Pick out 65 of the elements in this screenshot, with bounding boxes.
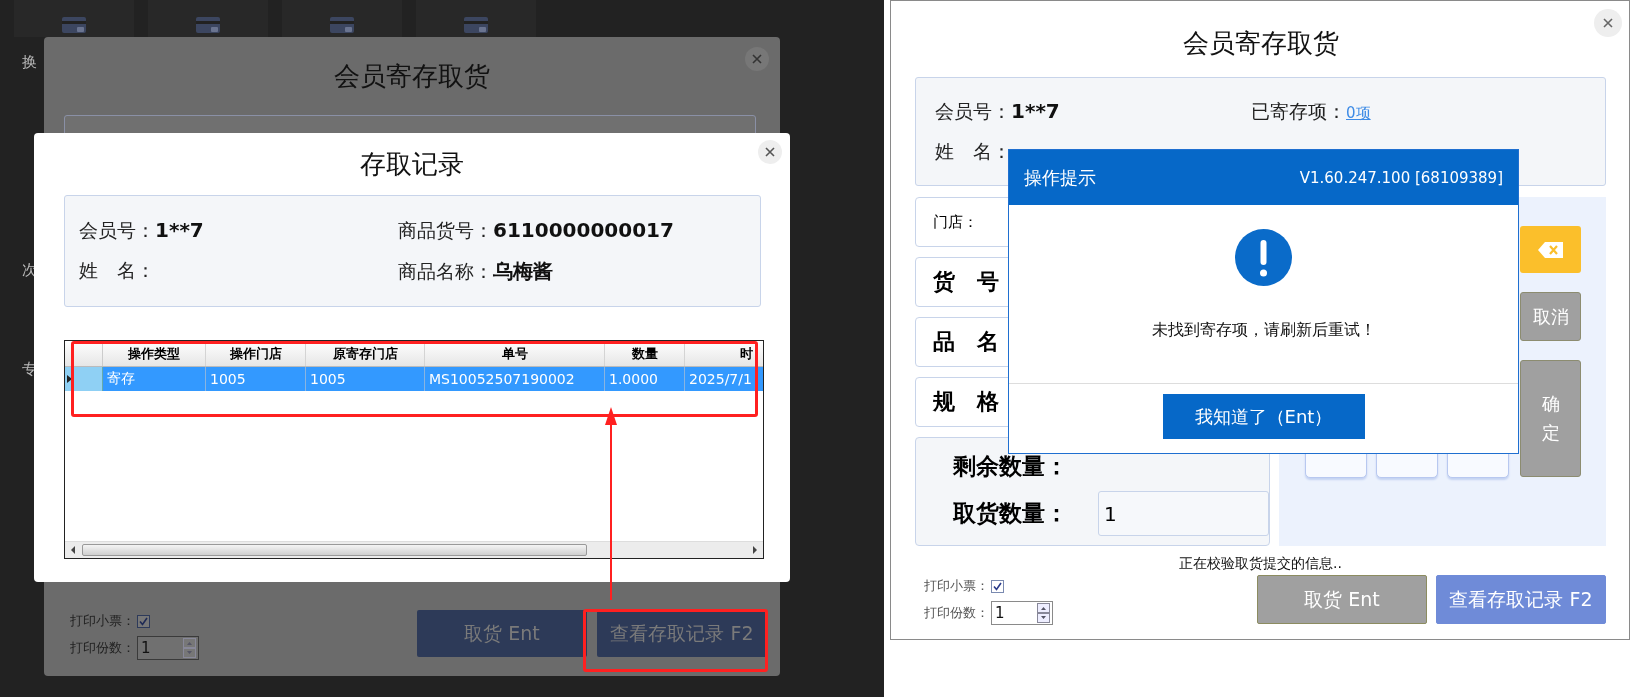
dialog-title: 会员寄存取货	[1182, 26, 1339, 60]
info-label: 已寄存项：	[1251, 98, 1346, 124]
card-icon	[61, 16, 87, 34]
dialog-title: 会员寄存取货	[334, 59, 490, 93]
dialog-title: 存取记录	[360, 147, 464, 181]
spin-arrows-icon	[1037, 603, 1050, 623]
column-header[interactable]: 操作类型	[103, 341, 206, 366]
table-row[interactable]: 寄存 1005 1005 MS10052507190002 1.0000 2025/7/1	[65, 367, 763, 391]
column-header[interactable]: 单号	[425, 341, 605, 366]
scroll-right-icon[interactable]	[751, 546, 759, 554]
close-icon	[765, 147, 775, 157]
table-cell: 1.0000	[605, 367, 685, 391]
take-quantity-label: 取货数量：	[953, 499, 1069, 528]
info-value: 1**7	[155, 217, 204, 242]
info-label: 商品货号：	[398, 217, 493, 243]
action-button[interactable]: 查看存取记录 F2	[1436, 575, 1606, 624]
exclamation-icon	[1235, 229, 1292, 286]
copies-spinbox[interactable]: 1	[137, 636, 199, 660]
info-label: 会员号：	[79, 217, 155, 243]
alert-message: 未找到寄存项，请刷新后重试！	[1151, 320, 1376, 341]
scroll-left-icon[interactable]	[69, 546, 77, 554]
quantity-input[interactable]: 1	[1098, 491, 1269, 536]
menu-label: 换	[22, 53, 38, 71]
info-label: 姓 名：	[79, 257, 155, 283]
table-cell: MS10052507190002	[425, 367, 605, 391]
info-label: 姓 名：	[935, 138, 1011, 164]
copies-spinbox[interactable]: 1	[991, 601, 1053, 625]
checkbox[interactable]	[137, 614, 150, 628]
print-receipt-label: 打印小票：	[924, 577, 989, 595]
print-receipt-label: 打印小票：	[70, 612, 135, 630]
info-value: 乌梅酱	[493, 257, 553, 285]
version-text: V1.60.247.100 [68109389]	[1299, 168, 1503, 187]
remaining-label: 剩余数量：	[953, 452, 1069, 481]
close-button[interactable]	[758, 140, 782, 164]
card-icon	[195, 16, 221, 34]
card-icon	[463, 16, 489, 34]
table-cell: 2025/7/1	[685, 367, 763, 391]
card-icon	[329, 16, 355, 34]
column-header[interactable]: 原寄存门店	[306, 341, 425, 366]
backspace-button[interactable]	[1520, 226, 1581, 273]
info-value: 6110000000017	[493, 217, 674, 242]
acknowledge-button[interactable]: 我知道了（Ent）	[1162, 394, 1365, 439]
close-button[interactable]	[1594, 9, 1622, 37]
info-value: 1**7	[1011, 98, 1060, 123]
close-icon	[752, 54, 762, 64]
menu-label: 专	[22, 360, 38, 378]
status-text: 正在校验取货提交的信息..	[1178, 555, 1343, 571]
info-label: 商品名称：	[398, 258, 493, 284]
row-pointer-icon	[67, 375, 72, 383]
table-cell: 1005	[306, 367, 425, 391]
checkbox[interactable]	[991, 579, 1004, 593]
copies-label: 打印份数：	[70, 639, 135, 657]
backspace-icon	[1536, 240, 1565, 259]
table-cell: 寄存	[103, 367, 206, 391]
stored-items-link[interactable]: 0项	[1346, 103, 1371, 123]
table-cell: 1005	[206, 367, 306, 391]
horizontal-scrollbar[interactable]	[65, 541, 763, 558]
alert-title: 操作提示	[1024, 165, 1096, 190]
spin-arrows-icon	[183, 638, 196, 658]
column-header[interactable]: 操作门店	[206, 341, 306, 366]
info-label: 会员号：	[935, 98, 1011, 124]
column-header[interactable]: 时	[685, 341, 763, 366]
close-icon	[1603, 18, 1613, 28]
copies-label: 打印份数：	[924, 604, 989, 622]
column-header[interactable]: 数量	[605, 341, 685, 366]
